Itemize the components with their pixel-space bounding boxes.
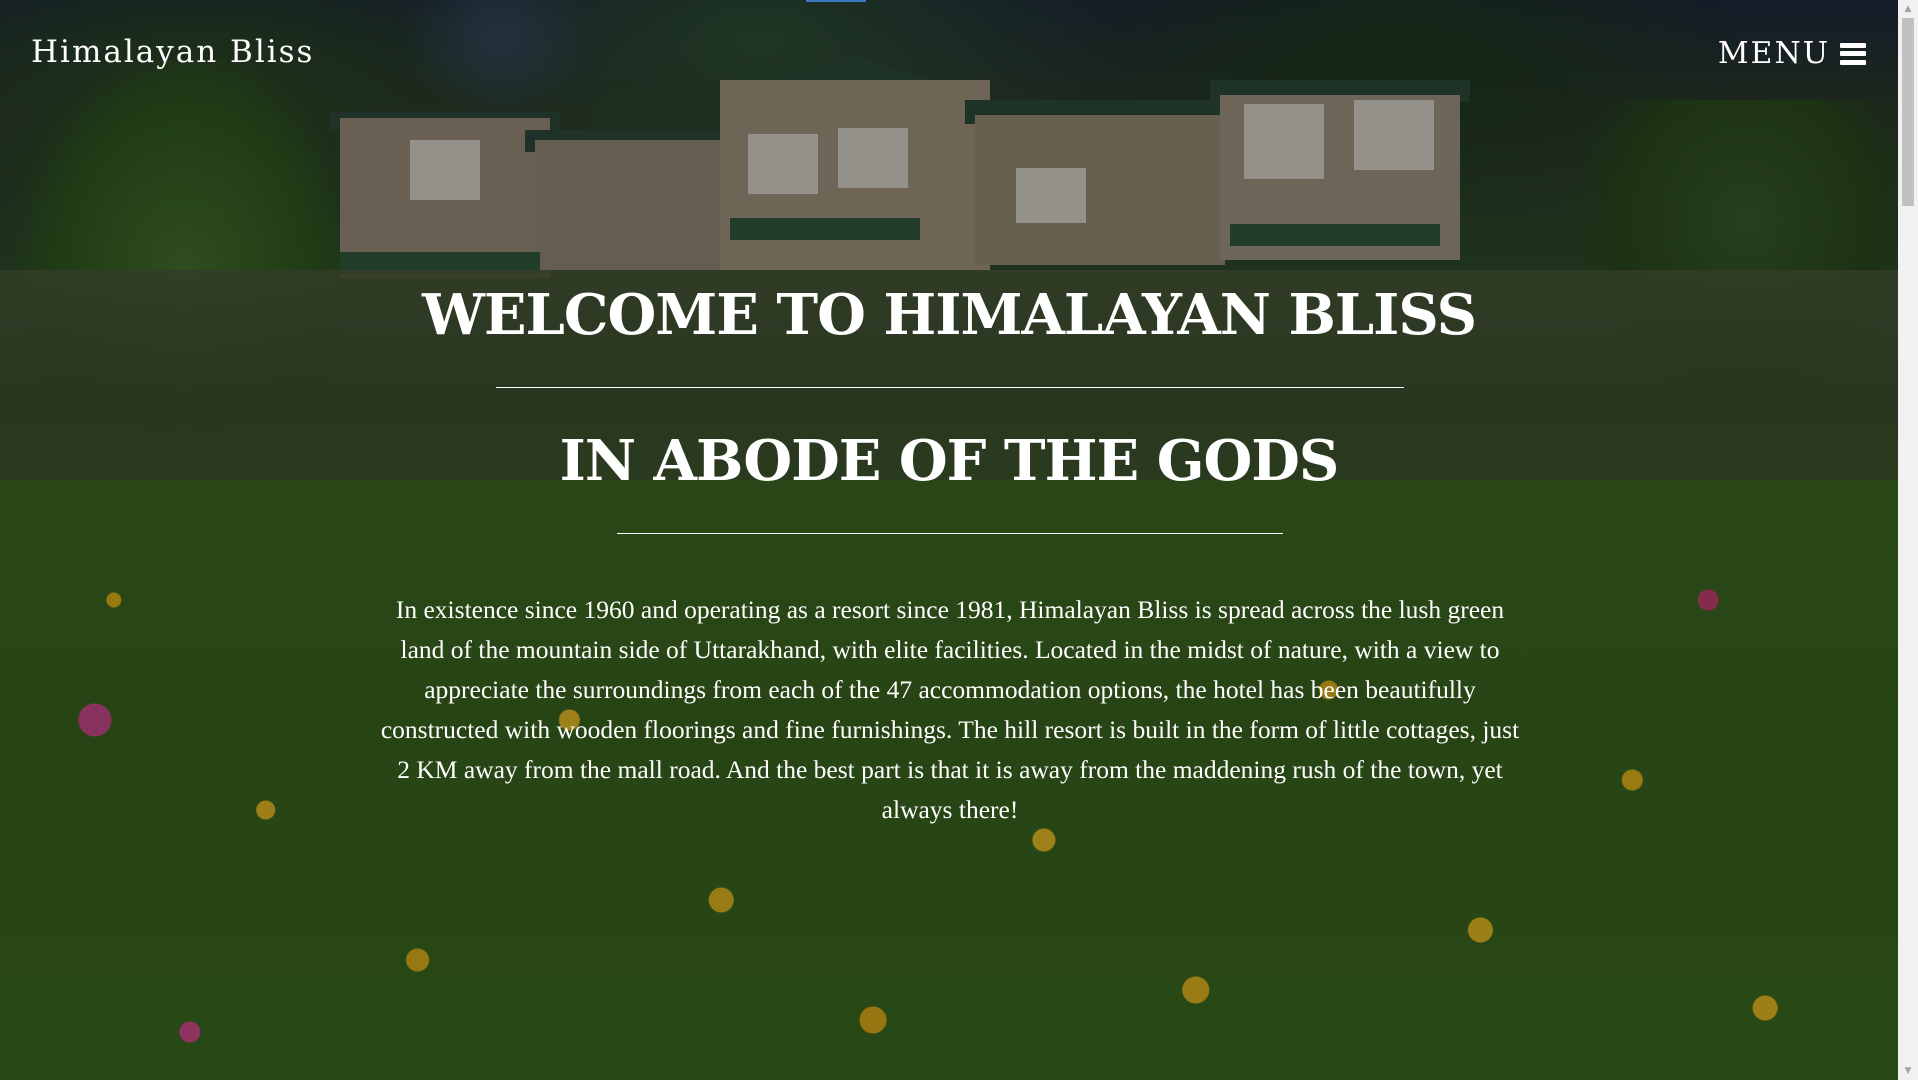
- hero-title-divider: [496, 387, 1404, 388]
- hero-section: WELCOME TO HIMALAYAN BLISS IN ABODE OF T…: [0, 0, 1898, 1080]
- scrollbar-thumb[interactable]: [1902, 18, 1914, 206]
- hero-description: In existence since 1960 and operating as…: [380, 595, 1520, 824]
- page-scrollbar[interactable]: ▲ ▼: [1898, 0, 1918, 1080]
- hero-title: WELCOME TO HIMALAYAN BLISS: [421, 282, 1477, 348]
- hero-subtitle-divider: [617, 533, 1283, 534]
- page-viewport: Himalayan Bliss MENU WELCOME TO HIMALAYA…: [0, 0, 1898, 1080]
- scroll-down-arrow-icon[interactable]: ▼: [1898, 1062, 1918, 1080]
- hero-subtitle: IN ABODE OF THE GODS: [559, 428, 1340, 494]
- scroll-up-arrow-icon[interactable]: ▲: [1898, 0, 1918, 18]
